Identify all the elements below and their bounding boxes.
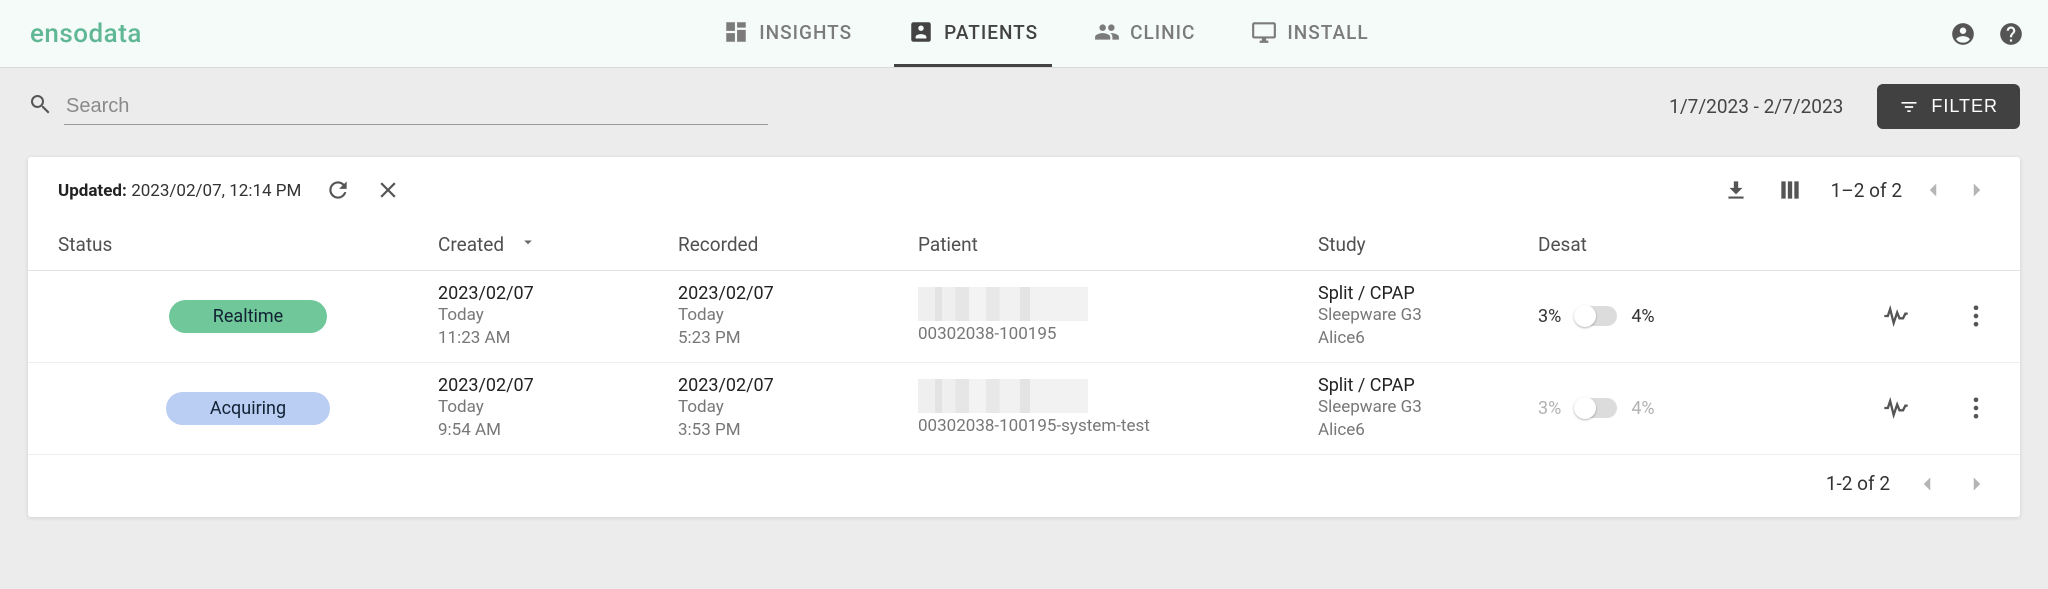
waveform-button[interactable] (1882, 302, 1910, 330)
filter-button-label: FILTER (1931, 96, 1998, 117)
study-device: Alice6 (1318, 419, 1538, 442)
updated-label: Updated: (58, 181, 127, 201)
patient-icon (908, 19, 934, 45)
created-date: 2023/02/07 (438, 375, 678, 396)
top-nav: ensodata INSIGHTS PATIENTS CLINIC INSTAL… (0, 0, 2048, 68)
table-header: Status Created Recorded Patient Study De… (28, 217, 2020, 271)
recorded-date: 2023/02/07 (678, 375, 918, 396)
page-summary: 1-2 of 2 (1826, 472, 1890, 495)
people-icon (1094, 19, 1120, 45)
monitor-icon (1251, 19, 1277, 45)
created-rel: Today (438, 304, 678, 327)
desat-left: 3% (1538, 398, 1561, 419)
download-button[interactable] (1723, 177, 1749, 203)
nav-tabs: INSIGHTS PATIENTS CLINIC INSTALL (142, 0, 1950, 67)
desat-toggle[interactable] (1575, 398, 1617, 418)
filter-bar: 1/7/2023 - 2/7/2023 FILTER (0, 68, 2048, 139)
study-software: Sleepware G3 (1318, 396, 1538, 419)
recorded-date: 2023/02/07 (678, 283, 918, 304)
patient-name-redacted (918, 379, 1088, 413)
brand-name: ensodata (30, 19, 142, 49)
waveform-button[interactable] (1882, 394, 1910, 422)
prev-page-button[interactable] (1914, 471, 1940, 497)
col-recorded[interactable]: Recorded (678, 233, 918, 256)
close-button[interactable] (375, 177, 401, 203)
nav-tab-label: CLINIC (1130, 21, 1195, 44)
col-patient[interactable]: Patient (918, 233, 1318, 256)
patient-id: 00302038-100195-system-test (918, 415, 1318, 438)
brand-logo[interactable]: ensodata (24, 19, 142, 49)
recorded-rel: Today (678, 396, 918, 419)
created-date: 2023/02/07 (438, 283, 678, 304)
col-desat[interactable]: Desat (1538, 233, 1828, 256)
table-row[interactable]: Realtime 2023/02/07 Today 11:23 AM 2023/… (28, 271, 2020, 363)
help-icon[interactable] (1998, 21, 2024, 47)
chevron-down-icon (519, 233, 537, 251)
nav-tab-label: INSTALL (1287, 21, 1368, 44)
desat-right: 4% (1631, 398, 1654, 419)
status-badge: Acquiring (166, 392, 330, 425)
dashboard-icon (723, 19, 749, 45)
date-range[interactable]: 1/7/2023 - 2/7/2023 (1669, 95, 1843, 118)
nav-tab-label: PATIENTS (944, 21, 1038, 44)
recorded-time: 5:23 PM (678, 327, 918, 350)
patients-card: Updated: 2023/02/07, 12:14 PM 1–2 of 2 (28, 157, 2020, 517)
col-status[interactable]: Status (58, 233, 438, 256)
prev-page-button[interactable] (1920, 177, 1946, 203)
table-row[interactable]: Acquiring 2023/02/07 Today 9:54 AM 2023/… (28, 363, 2020, 455)
card-footer: 1-2 of 2 (28, 455, 2020, 517)
account-icon[interactable] (1950, 21, 1976, 47)
filter-icon (1899, 97, 1919, 117)
next-page-button[interactable] (1964, 471, 1990, 497)
next-page-button[interactable] (1964, 177, 1990, 203)
filter-button[interactable]: FILTER (1877, 84, 2020, 129)
search-input[interactable] (64, 89, 768, 125)
col-created[interactable]: Created (438, 233, 678, 256)
nav-tab-insights[interactable]: INSIGHTS (709, 0, 866, 67)
col-study[interactable]: Study (1318, 233, 1538, 256)
patient-name-redacted (918, 287, 1088, 321)
nav-tab-patients[interactable]: PATIENTS (894, 0, 1052, 67)
page-summary: 1–2 of 2 (1831, 179, 1902, 202)
created-rel: Today (438, 396, 678, 419)
status-badge: Realtime (169, 300, 327, 333)
nav-tab-label: INSIGHTS (759, 21, 852, 44)
search-icon (28, 92, 52, 121)
more-menu-button[interactable] (1962, 394, 1990, 422)
columns-button[interactable] (1777, 177, 1803, 203)
study-type: Split / CPAP (1318, 375, 1538, 396)
study-device: Alice6 (1318, 327, 1538, 350)
study-type: Split / CPAP (1318, 283, 1538, 304)
search-field (28, 89, 768, 125)
recorded-rel: Today (678, 304, 918, 327)
desat-toggle[interactable] (1575, 306, 1617, 326)
nav-tab-clinic[interactable]: CLINIC (1080, 0, 1209, 67)
more-menu-button[interactable] (1962, 302, 1990, 330)
desat-left: 3% (1538, 306, 1561, 327)
study-software: Sleepware G3 (1318, 304, 1538, 327)
patient-id: 00302038-100195 (918, 323, 1318, 346)
nav-right (1950, 21, 2024, 47)
created-time: 11:23 AM (438, 327, 678, 350)
created-time: 9:54 AM (438, 419, 678, 442)
updated-value: 2023/02/07, 12:14 PM (131, 181, 301, 201)
desat-right: 4% (1631, 306, 1654, 327)
nav-tab-install[interactable]: INSTALL (1237, 0, 1382, 67)
recorded-time: 3:53 PM (678, 419, 918, 442)
card-toolbar: Updated: 2023/02/07, 12:14 PM 1–2 of 2 (28, 157, 2020, 217)
refresh-button[interactable] (325, 177, 351, 203)
